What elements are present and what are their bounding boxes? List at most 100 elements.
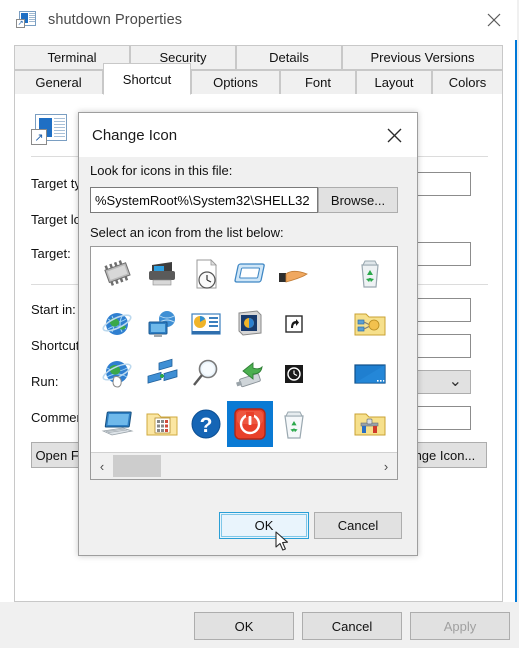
icon-list-box[interactable]: A	[90, 246, 398, 480]
recycle-bin-full-icon	[353, 257, 387, 291]
folder-printer-icon	[397, 307, 398, 341]
tab-label: Terminal	[47, 50, 97, 65]
icon-list-horizontal-scrollbar[interactable]: ‹ ›	[91, 452, 397, 479]
icon-cell-document-clock[interactable]	[183, 251, 229, 297]
tab-font[interactable]: Font	[280, 70, 356, 95]
tab-strip: Terminal Security Details Previous Versi…	[14, 45, 503, 95]
tab-details[interactable]: Details	[236, 45, 342, 70]
document-clock-icon	[189, 257, 223, 291]
usb-restore-icon	[233, 357, 267, 391]
apply-button: Apply	[410, 612, 510, 640]
shutdown-power-icon	[233, 407, 267, 441]
close-icon	[387, 128, 402, 142]
icon-cell-media-monitor[interactable]	[227, 301, 273, 347]
folder-fonts-icon: A	[397, 357, 398, 391]
icon-cell-desktop-computer[interactable]	[95, 401, 141, 447]
tab-options[interactable]: Options	[191, 70, 280, 95]
icon-cell-folder-grid[interactable]	[391, 251, 397, 297]
cancel-button[interactable]: Cancel	[302, 612, 402, 640]
change-icon-dialog: Change Icon Look for icons in this file:…	[78, 112, 418, 556]
chart-presentation-icon	[189, 307, 223, 341]
magnifier-search-icon	[189, 357, 223, 391]
scroll-left-button[interactable]: ‹	[91, 453, 113, 479]
file-path-label: Look for icons in this file:	[90, 163, 233, 178]
change-icon-titlebar: Change Icon	[79, 113, 417, 157]
icon-cell-shortcut-overlay[interactable]	[271, 301, 317, 347]
scrollbar-track[interactable]	[113, 453, 375, 479]
folder-tools-icon	[353, 407, 387, 441]
change-icon-close-button[interactable]	[372, 113, 417, 157]
window-stack-icon	[233, 257, 267, 291]
hand-offer-icon	[277, 257, 311, 291]
icon-cell-memory-chip[interactable]	[95, 251, 141, 297]
run-label: Run:	[31, 374, 59, 389]
screen: ↗ shutdown Properties Terminal Security …	[0, 0, 519, 648]
memory-chip-icon	[101, 257, 135, 291]
ok-button[interactable]: OK	[194, 612, 294, 640]
folder-keypad-icon	[145, 407, 179, 441]
tab-label: Shortcut	[122, 71, 172, 87]
scroll-right-button[interactable]: ›	[375, 453, 397, 479]
icon-file-path-input[interactable]: %SystemRoot%\System32\SHELL32	[90, 187, 318, 213]
globe-internet-icon	[101, 307, 135, 341]
tab-label: Layout	[374, 75, 414, 90]
tab-general[interactable]: General	[14, 70, 103, 95]
start-in-label: Start in:	[31, 302, 76, 317]
change-icon-title: Change Icon	[92, 126, 178, 144]
icon-cell-folder-printer[interactable]	[391, 301, 398, 347]
icon-cell-folder-network[interactable]	[347, 301, 393, 347]
change-icon-cancel-button[interactable]: Cancel	[314, 512, 402, 539]
icon-cell-folder-keypad[interactable]	[139, 401, 185, 447]
media-monitor-icon	[233, 307, 267, 341]
icon-cell-blue-screen[interactable]	[347, 351, 393, 397]
shortcut-file-icon-large: ↗	[31, 114, 67, 147]
tab-layout[interactable]: Layout	[356, 70, 432, 95]
shortcut-overlay-icon	[285, 315, 303, 333]
icon-cell-globe-mouse[interactable]	[95, 351, 141, 397]
icon-cell-shutdown-power[interactable]	[227, 401, 273, 447]
desktop-computer-icon	[101, 407, 135, 441]
icon-cell-usb-restore[interactable]	[227, 351, 273, 397]
help-question-icon: ?	[189, 407, 223, 441]
tab-colors[interactable]: Colors	[432, 70, 503, 95]
browse-button[interactable]: Browse...	[318, 187, 398, 213]
tab-label: Options	[213, 75, 258, 90]
globe-mouse-icon	[101, 357, 135, 391]
icon-cell-recycle-bin-empty[interactable]	[271, 401, 317, 447]
icon-cell-globe-internet[interactable]	[95, 301, 141, 347]
chevron-down-icon: ⌄	[448, 373, 462, 390]
network-nodes-icon	[145, 357, 179, 391]
window-title: shutdown Properties	[48, 12, 183, 28]
tab-label: Colors	[448, 75, 487, 90]
icon-cell-hand-offer[interactable]	[271, 251, 317, 297]
icon-cell-network-computer[interactable]	[139, 301, 185, 347]
icon-list-label: Select an icon from the list below:	[90, 225, 284, 240]
icon-cell-folder-fonts[interactable]: A	[391, 351, 398, 397]
checklist-task-icon	[397, 407, 398, 441]
folder-network-icon	[353, 307, 387, 341]
tab-label: Previous Versions	[370, 50, 475, 65]
icon-grid: A	[91, 247, 398, 453]
icon-cell-network-nodes[interactable]	[139, 351, 185, 397]
tab-label: General	[35, 75, 82, 90]
icon-cell-magnifier-search[interactable]	[183, 351, 229, 397]
icon-cell-window-stack[interactable]	[227, 251, 273, 297]
svg-text:?: ?	[200, 414, 213, 437]
icon-cell-recycle-bin-full[interactable]	[347, 251, 393, 297]
tab-previous-versions[interactable]: Previous Versions	[342, 45, 503, 70]
target-label: Target:	[31, 246, 71, 261]
close-window-button[interactable]	[471, 0, 517, 40]
tab-label: Details	[269, 50, 309, 65]
icon-cell-help-question[interactable]: ?	[183, 401, 229, 447]
dialog-button-bar: OK Cancel Apply	[0, 602, 517, 648]
scrollbar-thumb[interactable]	[113, 455, 161, 477]
icon-cell-printer[interactable]	[139, 251, 185, 297]
tab-shortcut[interactable]: Shortcut	[103, 63, 191, 95]
printer-icon	[145, 257, 179, 291]
change-icon-ok-button-visible[interactable]: OK	[219, 512, 309, 539]
icon-cell-checklist-task[interactable]	[391, 401, 398, 447]
icon-cell-chart-presentation[interactable]	[183, 301, 229, 347]
icon-cell-clock-badge[interactable]	[271, 351, 317, 397]
icon-cell-folder-tools[interactable]	[347, 401, 393, 447]
recycle-bin-empty-icon	[277, 407, 311, 441]
